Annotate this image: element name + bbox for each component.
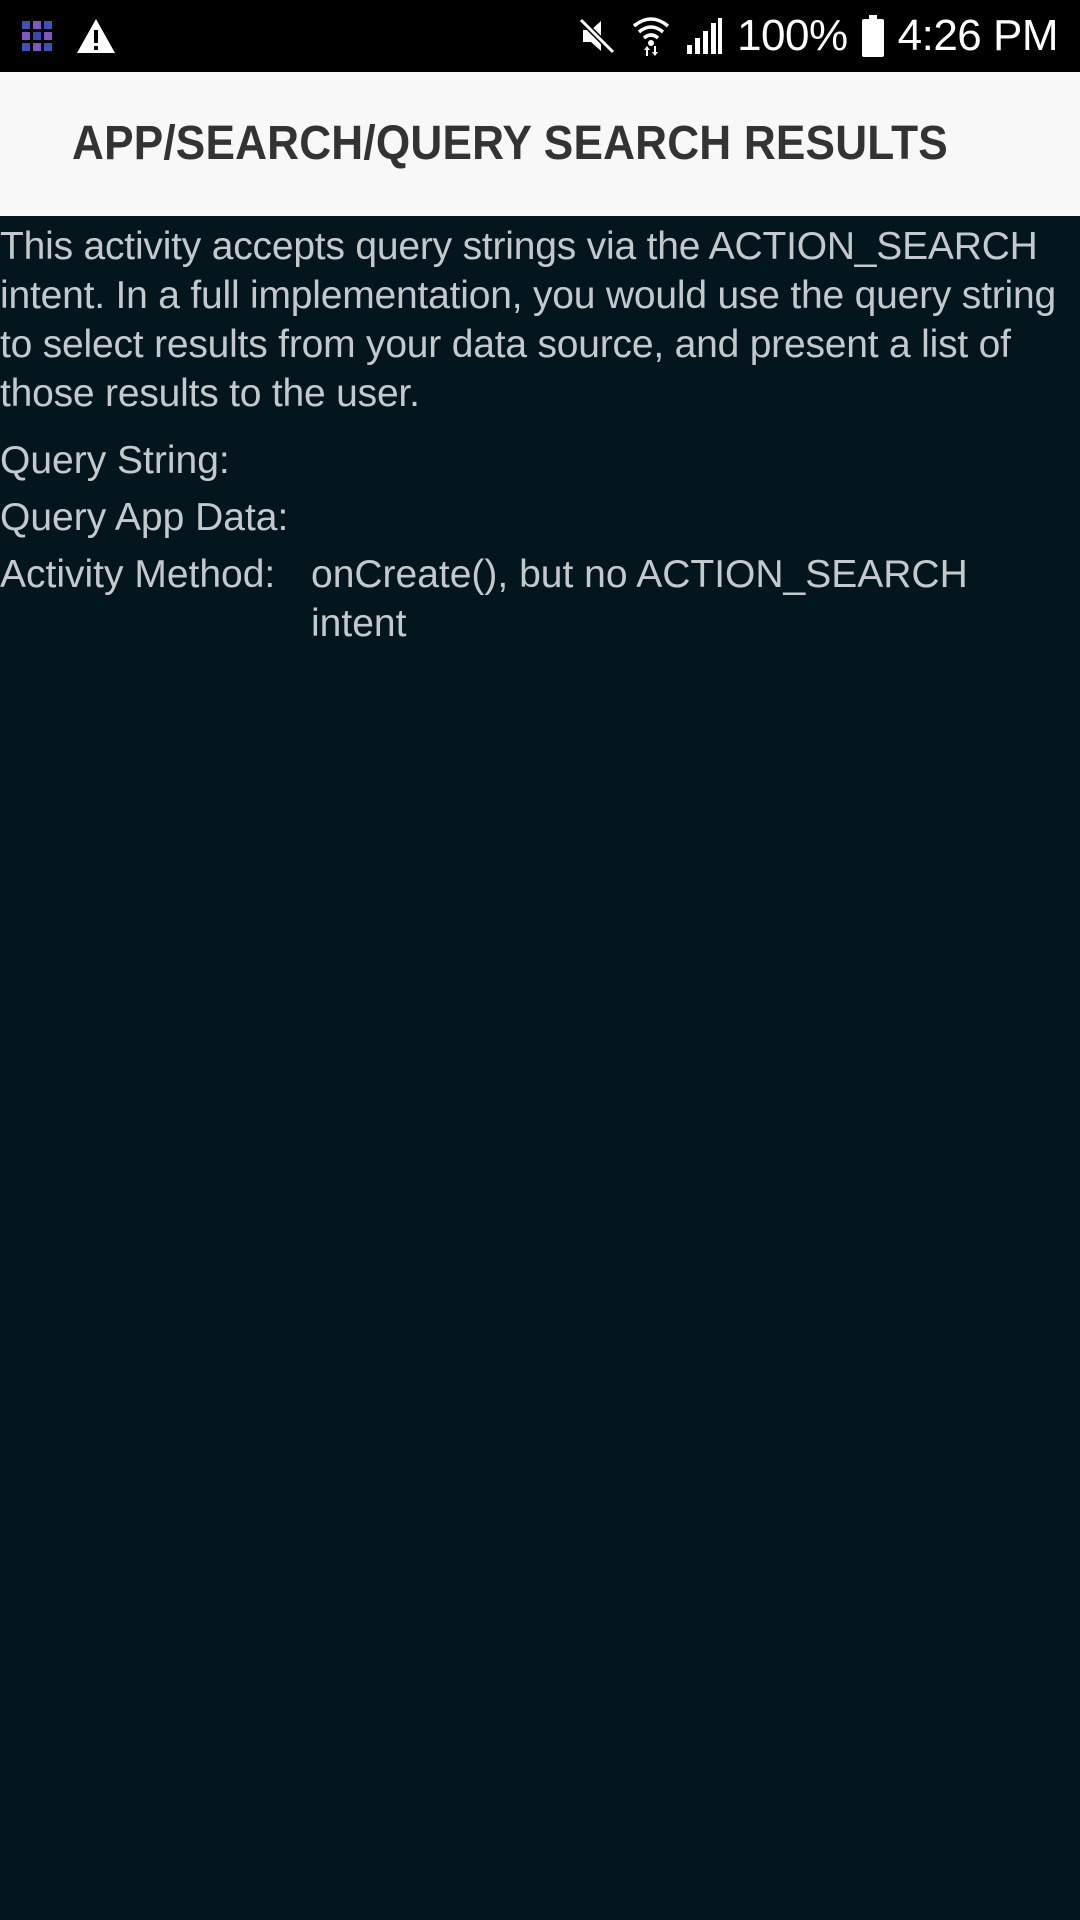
wifi-icon [631,14,671,58]
clock: 4:26 PM [897,11,1059,60]
status-bar: 100% 4:26 PM [0,0,1080,72]
battery-percent: 100% [737,11,848,60]
warning-icon [76,18,116,54]
signal-icon [685,17,723,55]
query-app-data-row: Query App Data: [0,493,1080,542]
query-string-value [311,436,1080,485]
mute-icon [577,16,617,56]
query-fields: Query String: Query App Data: Activity M… [0,436,1080,648]
content: This activity accepts query strings via … [0,216,1080,656]
activity-method-value: onCreate(), but no ACTION_SEARCH intent [311,553,968,645]
query-app-data-label: Query App Data: [0,496,289,539]
query-app-data-value [311,493,1080,542]
status-right: 100% 4:26 PM [577,8,1059,64]
query-string-label: Query String: [0,439,230,482]
query-string-row: Query String: [0,436,1080,485]
status-left [22,14,116,58]
page-title: APP/SEARCH/QUERY SEARCH RESULTS [72,117,948,170]
app-grid-icon [22,21,52,51]
intro-text: This activity accepts query strings via … [0,225,1056,415]
battery-icon [861,15,884,57]
app-bar: APP/SEARCH/QUERY SEARCH RESULTS [0,72,1080,216]
activity-method-label: Activity Method: [0,553,276,596]
activity-method-row: Activity Method: onCreate(), but no ACTI… [0,550,1080,648]
